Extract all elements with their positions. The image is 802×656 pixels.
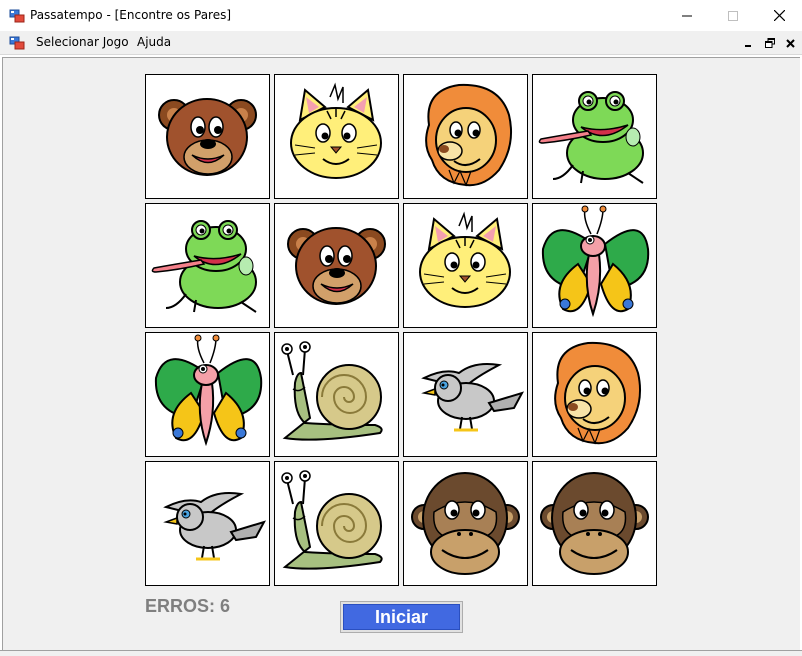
bird-icon xyxy=(163,492,267,561)
monkey-icon xyxy=(411,472,520,575)
window-title: Passatempo - [Encontre os Pares] xyxy=(30,8,232,22)
menu-bar: Selecionar Jogo Ajuda xyxy=(0,31,802,55)
minimize-icon xyxy=(745,45,751,47)
card-frog[interactable] xyxy=(145,203,270,328)
cat-icon xyxy=(419,211,511,308)
maximize-button[interactable] xyxy=(710,0,756,31)
card-monkey[interactable] xyxy=(532,461,657,586)
close-button[interactable] xyxy=(756,0,802,31)
bear-icon xyxy=(158,98,257,176)
card-lion[interactable] xyxy=(532,332,657,457)
butterfly-icon xyxy=(541,205,650,318)
card-butterfly[interactable] xyxy=(532,203,657,328)
child-close-button[interactable] xyxy=(783,36,797,50)
memory-board xyxy=(145,74,658,587)
cat-icon xyxy=(290,82,382,179)
card-lion[interactable] xyxy=(403,74,528,199)
menu-help[interactable]: Ajuda xyxy=(137,35,171,49)
card-snail[interactable] xyxy=(274,332,399,457)
minimize-button[interactable] xyxy=(664,0,710,31)
butterfly-icon xyxy=(154,334,263,447)
start-button-frame: Iniciar xyxy=(340,601,463,633)
frog-icon xyxy=(151,220,257,313)
child-minimize-button[interactable] xyxy=(741,36,755,50)
card-frog[interactable] xyxy=(532,74,657,199)
card-butterfly[interactable] xyxy=(145,332,270,457)
card-bear[interactable] xyxy=(145,74,270,199)
restore-icon xyxy=(765,38,775,48)
card-monkey[interactable] xyxy=(403,461,528,586)
minimize-icon xyxy=(682,15,692,16)
app-window-icon xyxy=(9,9,25,23)
window-bottom-edge xyxy=(0,650,802,656)
child-restore-button[interactable] xyxy=(763,36,777,50)
card-bird[interactable] xyxy=(145,461,270,586)
errors-label: ERROS: xyxy=(145,596,216,616)
mdi-child-icon[interactable] xyxy=(9,35,25,51)
card-cat[interactable] xyxy=(274,74,399,199)
snail-icon xyxy=(281,341,383,441)
close-icon xyxy=(785,38,795,48)
bear-icon xyxy=(287,227,386,305)
maximize-icon xyxy=(728,10,738,21)
title-bar: Passatempo - [Encontre os Pares] xyxy=(0,0,802,31)
monkey-icon xyxy=(540,472,649,575)
lion-icon xyxy=(554,341,641,445)
errors-value: 6 xyxy=(220,596,231,616)
card-snail[interactable] xyxy=(274,461,399,586)
errors-counter: ERROS: 6 xyxy=(145,596,230,617)
menu-select-game[interactable]: Selecionar Jogo xyxy=(36,35,129,49)
close-icon xyxy=(773,10,785,21)
card-cat[interactable] xyxy=(403,203,528,328)
card-bear[interactable] xyxy=(274,203,399,328)
start-button[interactable]: Iniciar xyxy=(343,604,460,630)
bird-icon xyxy=(421,363,525,432)
card-bird[interactable] xyxy=(403,332,528,457)
frog-icon xyxy=(538,91,644,184)
lion-icon xyxy=(425,83,512,187)
snail-icon xyxy=(281,470,383,570)
